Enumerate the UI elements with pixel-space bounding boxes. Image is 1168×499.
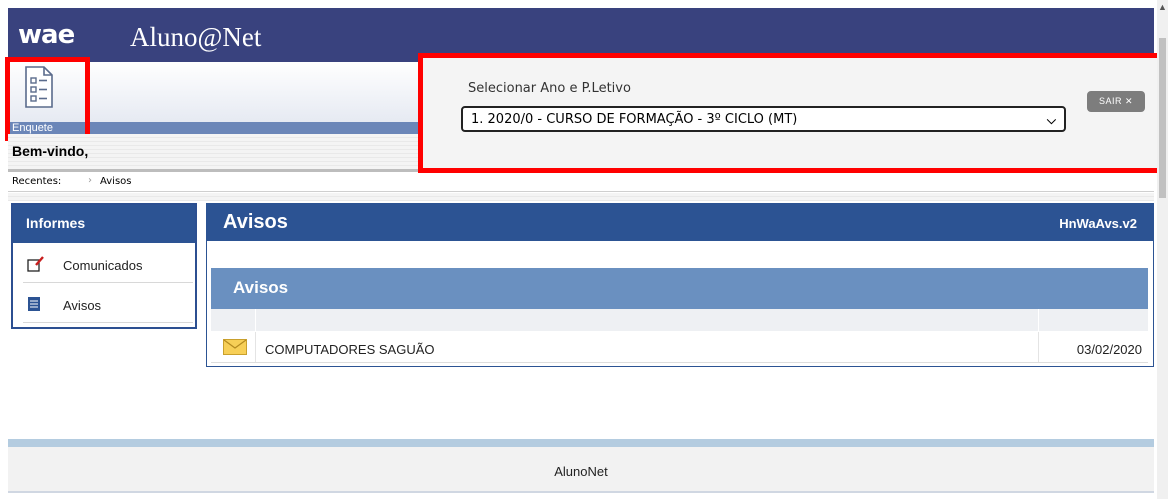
vertical-scrollbar[interactable]: ▲ xyxy=(1157,0,1168,499)
spacer-band xyxy=(8,193,1154,201)
welcome-text: Bem-vindo, xyxy=(12,143,89,159)
sidebar-title: Informes xyxy=(13,205,195,243)
sidebar-informes: Informes Comunicados Avisos xyxy=(11,203,197,329)
footer-text: AlunoNet xyxy=(554,464,608,479)
sidebar-item-label: Avisos xyxy=(63,298,102,313)
sidebar-item-label: Comunicados xyxy=(63,258,143,273)
period-select-value: 1. 2020/0 - CURSO DE FORMAÇÃO - 3º CICLO… xyxy=(471,112,798,127)
aviso-date: 03/02/2020 xyxy=(1076,342,1142,357)
logout-button[interactable]: SAIR ✕ xyxy=(1087,91,1145,112)
note-pencil-icon xyxy=(27,256,44,272)
page-title: Avisos xyxy=(223,211,288,233)
footer-divider xyxy=(8,439,1154,447)
footer: AlunoNet xyxy=(8,447,1154,493)
chevron-right-icon: › xyxy=(88,175,92,186)
document-icon xyxy=(28,297,40,311)
app-header: wae Aluno@Net xyxy=(8,8,1154,62)
list-item[interactable]: COMPUTADORES SAGUÃO 03/02/2020 xyxy=(211,332,1148,363)
scrollbar-thumb[interactable] xyxy=(1159,38,1166,198)
avisos-panel: Avisos HnWaAvs.v2 Avisos COMPUTADORES SA… xyxy=(206,203,1154,367)
period-select[interactable]: 1. 2020/0 - CURSO DE FORMAÇÃO - 3º CICLO… xyxy=(461,106,1066,132)
enquete-button[interactable]: Enquete xyxy=(10,63,86,135)
breadcrumb-label: Recentes: xyxy=(12,176,62,187)
breadcrumb: Recentes: › Avisos xyxy=(8,172,1154,192)
enquete-label: Enquete xyxy=(12,122,53,134)
period-label: Selecionar Ano e P.Letivo xyxy=(468,81,631,96)
list-column-header xyxy=(211,309,1148,331)
screen-code: HnWaAvs.v2 xyxy=(1059,216,1137,231)
chevron-down-icon: ⌵ xyxy=(1046,113,1056,127)
aviso-title: COMPUTADORES SAGUÃO xyxy=(265,342,435,357)
wae-logo: wae xyxy=(18,20,75,50)
sidebar-item-avisos[interactable]: Avisos xyxy=(23,285,193,323)
scroll-up-icon[interactable]: ▲ xyxy=(1158,2,1167,12)
sidebar-item-comunicados[interactable]: Comunicados xyxy=(23,245,193,283)
survey-form-icon xyxy=(25,66,53,108)
envelope-icon xyxy=(223,339,247,355)
app-title: Aluno@Net xyxy=(130,22,262,52)
panel-header: Avisos HnWaAvs.v2 xyxy=(207,204,1153,241)
list-title: Avisos xyxy=(211,268,1148,309)
breadcrumb-item-avisos[interactable]: Avisos xyxy=(100,176,132,187)
